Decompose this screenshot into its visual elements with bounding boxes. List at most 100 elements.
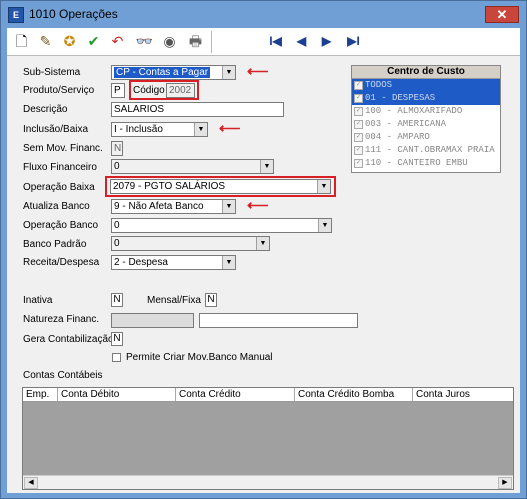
permite-criar-label: Permite Criar Mov.Banco Manual <box>126 352 273 363</box>
operacao-banco-label: Operação Banco <box>23 220 99 231</box>
delete-disk-icon[interactable]: ◉ <box>158 30 181 53</box>
fluxo-financeiro-label: Fluxo Financeiro <box>23 162 97 173</box>
column-header-conta-credito[interactable]: Conta Crédito <box>176 388 295 401</box>
undo-icon[interactable]: ↶ <box>106 30 129 53</box>
checkbox-checked-icon[interactable]: ✓ <box>354 120 363 129</box>
stamp-icon[interactable]: ✪ <box>58 30 81 53</box>
list-item[interactable]: ✓ 100 - ALMOXARIFADO <box>352 105 500 118</box>
title-bar[interactable]: E 1010 Operações ✕ <box>1 1 526 28</box>
last-record-button[interactable]: ▶I <box>341 30 366 53</box>
inativa-label: Inativa <box>23 295 53 306</box>
inclusao-baixa-value: I - Inclusão <box>114 124 163 135</box>
gera-contabilizacao-field[interactable]: N <box>111 332 123 346</box>
operacao-banco-select[interactable]: 0 ▼ <box>111 218 332 233</box>
fluxo-financeiro-select[interactable]: 0 ▼ <box>111 159 274 174</box>
window: E 1010 Operações ✕ 🗋 ✎ ✪ ✔ ↶ 👓 ◉ 🖶 I◀ ◀ … <box>0 0 527 499</box>
checkbox-checked-icon[interactable]: ✓ <box>354 159 363 168</box>
codigo-field[interactable]: 2002 <box>166 83 195 98</box>
horizontal-scrollbar[interactable]: ◀ ▶ <box>23 475 513 489</box>
chevron-down-icon[interactable]: ▼ <box>222 256 235 269</box>
previous-record-button[interactable]: ◀ <box>289 30 314 53</box>
column-header-conta-credito-bomba[interactable]: Conta Crédito Bomba <box>295 388 413 401</box>
produto-servico-label: Produto/Serviço <box>23 85 95 96</box>
annotation-arrow-icon: ⟵ <box>247 63 269 80</box>
produto-servico-field[interactable]: P <box>111 83 125 98</box>
chevron-down-icon[interactable]: ▼ <box>260 160 273 173</box>
receita-despesa-select[interactable]: 2 - Despesa ▼ <box>111 255 236 270</box>
list-item[interactable]: ✓ 004 - AMPARO <box>352 131 500 144</box>
sem-mov-financ-field[interactable]: N <box>111 141 123 156</box>
list-item[interactable]: ✓ 01 - DESPESAS <box>352 92 500 105</box>
gera-contabilizacao-label: Gera Contabilização <box>23 334 114 345</box>
grid-header: Emp. Conta Débito Conta Crédito Conta Cr… <box>23 388 513 402</box>
new-document-icon[interactable]: 🗋 <box>10 30 33 53</box>
operacao-baixa-label: Operação Baixa <box>23 182 95 193</box>
binoculars-search-icon[interactable]: 👓 <box>133 30 156 53</box>
list-item-label: 004 - AMPARO <box>365 132 430 142</box>
subsistema-select[interactable]: CP - Contas a Pagar ▼ <box>111 65 236 80</box>
centro-custo-header: Centro de Custo <box>352 66 500 79</box>
annotation-arrow-icon: ⟵ <box>247 197 269 214</box>
next-record-button[interactable]: ▶ <box>314 30 339 53</box>
contas-contabeis-grid[interactable]: Emp. Conta Débito Conta Crédito Conta Cr… <box>22 387 514 490</box>
natureza-financ-description-field[interactable] <box>199 313 358 328</box>
list-item-label: 110 - CANTEIRO EMBU <box>365 158 468 168</box>
list-item[interactable]: ✓ TODOS <box>352 79 500 92</box>
mensal-fixa-label: Mensal/Fixa <box>147 295 201 306</box>
fluxo-financeiro-value: 0 <box>114 161 120 172</box>
inclusao-baixa-label: Inclusão/Baixa <box>23 124 89 135</box>
operacao-baixa-select[interactable]: 2079 - PGTO SALÁRIOS ▼ <box>110 179 331 194</box>
list-item-label: 003 - AMERICANA <box>365 119 447 129</box>
column-header-conta-debito[interactable]: Conta Débito <box>58 388 176 401</box>
banco-padrao-select[interactable]: 0 ▼ <box>111 236 270 251</box>
chevron-down-icon[interactable]: ▼ <box>317 180 330 193</box>
chevron-down-icon[interactable]: ▼ <box>318 219 331 232</box>
scroll-left-icon[interactable]: ◀ <box>24 477 38 489</box>
chevron-down-icon[interactable]: ▼ <box>256 237 269 250</box>
column-header-emp[interactable]: Emp. <box>23 388 58 401</box>
centro-custo-list[interactable]: Centro de Custo ✓ TODOS ✓ 01 - DESPESAS ✓ 1… <box>351 65 501 173</box>
checkbox-checked-icon[interactable]: ✓ <box>354 107 363 116</box>
atualiza-banco-value: 9 - Não Afeta Banco <box>114 201 204 212</box>
edit-pencil-icon[interactable]: ✎ <box>34 30 57 53</box>
banco-padrao-label: Banco Padrão <box>23 239 87 250</box>
mensal-fixa-field[interactable]: N <box>205 293 217 307</box>
app-icon: E <box>8 7 24 23</box>
window-title: 1010 Operações <box>29 7 118 21</box>
descricao-label: Descrição <box>23 104 68 115</box>
chevron-down-icon[interactable]: ▼ <box>222 200 235 213</box>
column-header-conta-juros[interactable]: Conta Juros <box>413 388 513 401</box>
subsistema-label: Sub-Sistema <box>23 67 81 78</box>
inativa-field[interactable]: N <box>111 293 123 307</box>
printer-icon[interactable]: 🖶 <box>184 30 207 53</box>
checkbox-checked-icon[interactable]: ✓ <box>354 133 363 142</box>
natureza-financ-label: Natureza Financ. <box>23 314 100 325</box>
toolbar-separator <box>211 31 212 53</box>
receita-despesa-label: Receita/Despesa <box>23 257 100 268</box>
chevron-down-icon[interactable]: ▼ <box>194 123 207 136</box>
chevron-down-icon[interactable]: ▼ <box>222 66 235 79</box>
banco-padrao-value: 0 <box>114 238 120 249</box>
list-item[interactable]: ✓ 111 - CANT.OBRAMAX PRAIA <box>352 144 500 157</box>
checkbox-checked-icon[interactable]: ✓ <box>354 81 363 90</box>
toolbar: 🗋 ✎ ✪ ✔ ↶ 👓 ◉ 🖶 I◀ ◀ ▶ ▶I <box>7 28 520 56</box>
first-record-button[interactable]: I◀ <box>263 30 288 53</box>
close-button[interactable]: ✕ <box>485 6 519 23</box>
checkbox-checked-icon[interactable]: ✓ <box>354 146 363 155</box>
inclusao-baixa-select[interactable]: I - Inclusão ▼ <box>111 122 208 137</box>
checkbox-checked-icon[interactable]: ✓ <box>354 94 363 103</box>
annotation-arrow-icon: ⟵ <box>219 120 241 137</box>
list-item[interactable]: ✓ 110 - CANTEIRO EMBU <box>352 157 500 170</box>
natureza-financ-code-field[interactable] <box>111 313 194 328</box>
list-item[interactable]: ✓ 003 - AMERICANA <box>352 118 500 131</box>
list-item-label: 100 - ALMOXARIFADO <box>365 106 463 116</box>
list-item-label: 111 - CANT.OBRAMAX PRAIA <box>365 145 495 155</box>
scroll-right-icon[interactable]: ▶ <box>498 477 512 489</box>
atualiza-banco-select[interactable]: 9 - Não Afeta Banco ▼ <box>111 199 236 214</box>
confirm-check-icon[interactable]: ✔ <box>82 30 105 53</box>
descricao-field[interactable]: SALARIOS <box>111 102 284 117</box>
list-item-label: TODOS <box>365 80 393 90</box>
list-item-label: 01 - DESPESAS <box>365 93 436 103</box>
permite-criar-checkbox[interactable] <box>112 353 121 362</box>
codigo-label: Código <box>133 85 165 96</box>
